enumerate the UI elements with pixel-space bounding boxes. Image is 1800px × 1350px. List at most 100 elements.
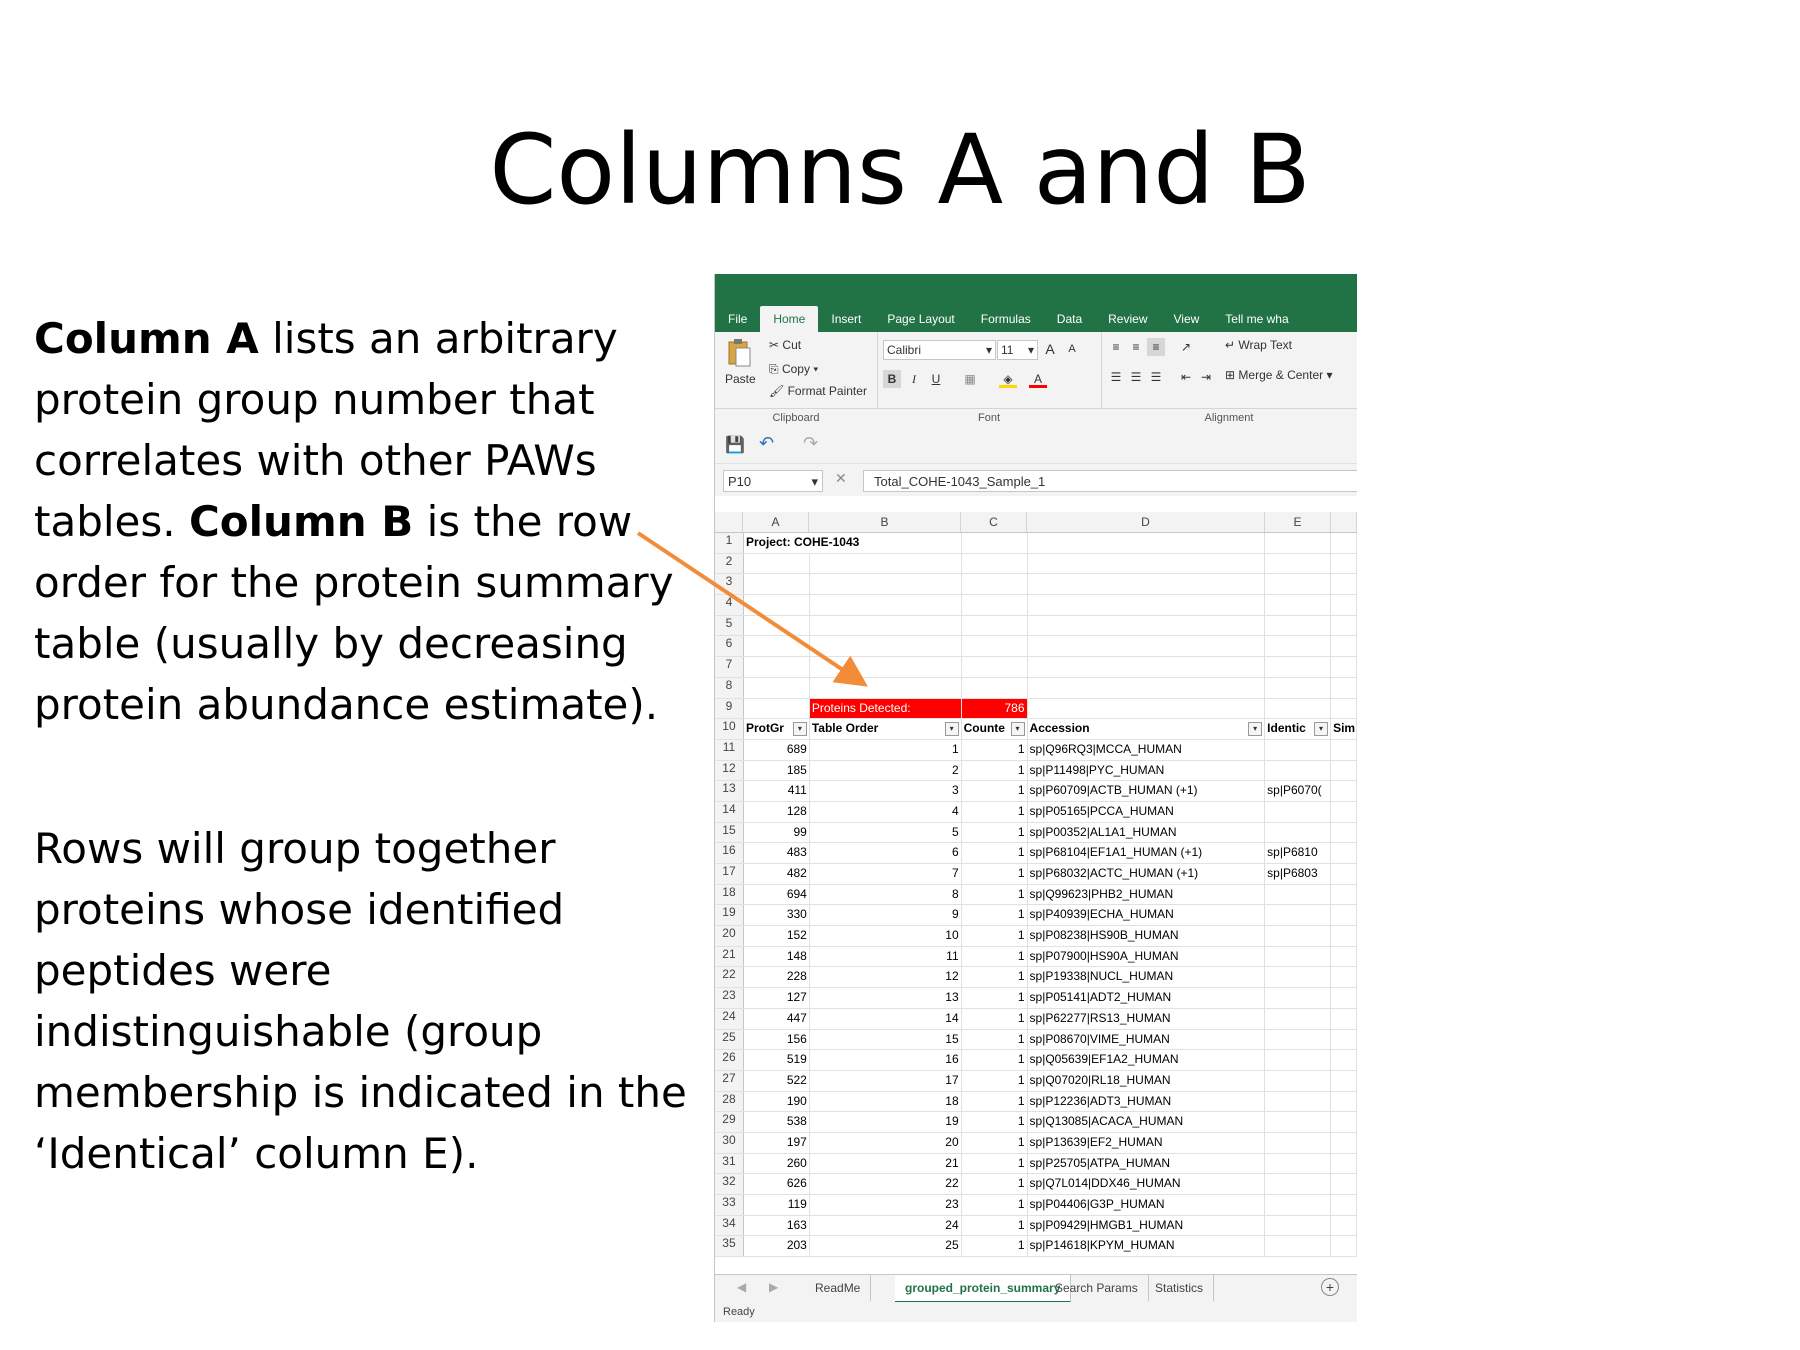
table-order-cell[interactable]: 22 [810,1174,962,1194]
table-order-cell[interactable]: 11 [810,946,962,967]
row-header[interactable]: 6 [715,636,744,657]
sheet-tab-search-params[interactable]: Search Params [1045,1275,1149,1301]
cell[interactable] [810,657,962,677]
shrink-font-button[interactable]: A [1063,340,1081,358]
row-header[interactable]: 20 [715,926,744,946]
table-order-cell[interactable]: 1 [810,739,962,760]
align-top-icon[interactable]: ≡ [1107,338,1125,356]
row-header[interactable]: 30 [715,1132,744,1153]
row-header[interactable]: 26 [715,1050,744,1070]
accession-cell[interactable]: sp|P60709|ACTB_HUMAN (+1) [1028,781,1266,801]
counter-cell[interactable]: 1 [962,864,1028,884]
protein-group-cell[interactable]: 522 [744,1070,810,1091]
sheet-tab-statistics[interactable]: Statistics [1145,1275,1215,1301]
row-header[interactable]: 17 [715,864,744,884]
project-cell[interactable]: Project: COHE-1043 [744,533,962,553]
align-bottom-icon[interactable]: ≡ [1147,338,1165,356]
row-header[interactable]: 34 [715,1215,744,1236]
format-painter-button[interactable]: 🖌 Format Painter [769,384,867,398]
identical-cell[interactable] [1265,822,1332,843]
cell[interactable] [1331,1112,1357,1132]
cell[interactable] [1265,677,1332,698]
accession-cell[interactable]: sp|P68032|ACTC_HUMAN (+1) [1028,864,1266,884]
cell[interactable] [1331,553,1357,574]
cell[interactable] [1331,739,1357,760]
accession-cell[interactable]: sp|P08238|HS90B_HUMAN [1028,926,1266,946]
cell[interactable] [1265,698,1332,719]
accession-cell[interactable]: sp|P13639|EF2_HUMAN [1028,1132,1266,1153]
tab-view[interactable]: View [1161,306,1213,332]
row-header[interactable]: 28 [715,1091,744,1112]
cell[interactable] [1331,801,1357,822]
column-header-a[interactable]: A [743,512,809,532]
accession-cell[interactable]: sp|Q96RQ3|MCCA_HUMAN [1028,739,1266,760]
font-color-button[interactable]: A [1029,370,1047,388]
tab-insert[interactable]: Insert [818,306,874,332]
cell[interactable] [810,595,962,615]
identical-cell[interactable] [1265,739,1332,760]
cell[interactable] [1331,1029,1357,1050]
identical-cell[interactable] [1265,946,1332,967]
row-header[interactable]: 10 [715,719,744,739]
protein-group-cell[interactable]: 156 [744,1029,810,1050]
tab-home[interactable]: Home [760,306,819,332]
protein-group-cell[interactable]: 127 [744,988,810,1008]
accession-cell[interactable]: sp|P11498|PYC_HUMAN [1028,760,1266,781]
grow-font-button[interactable]: A [1041,340,1059,358]
identical-cell[interactable] [1265,1091,1332,1112]
row-header[interactable]: 23 [715,988,744,1008]
identical-cell[interactable]: sp|P6810 [1265,843,1332,863]
accession-cell[interactable]: sp|Q05639|EF1A2_HUMAN [1028,1050,1266,1070]
align-center-icon[interactable]: ☰ [1127,368,1145,386]
cell[interactable] [744,615,810,636]
cell[interactable] [962,595,1028,615]
table-order-cell[interactable]: 3 [810,781,962,801]
fill-color-icon[interactable]: ◈ [999,370,1017,388]
protein-group-cell[interactable]: 538 [744,1112,810,1132]
protein-group-cell[interactable]: 694 [744,884,810,905]
cell[interactable] [810,615,962,636]
table-order-cell[interactable]: 20 [810,1132,962,1153]
row-header[interactable]: 16 [715,843,744,863]
counter-cell[interactable]: 1 [962,1132,1028,1153]
cell[interactable] [1331,1132,1357,1153]
tab-review[interactable]: Review [1095,306,1160,332]
row-header[interactable]: 21 [715,946,744,967]
identical-cell[interactable] [1265,1070,1332,1091]
identical-cell[interactable] [1265,1050,1332,1070]
header-f[interactable]: Sim [1331,719,1357,739]
row-header[interactable]: 14 [715,801,744,822]
cell[interactable] [1265,553,1332,574]
row-header[interactable]: 2 [715,553,744,574]
cell[interactable] [1265,636,1332,657]
protein-group-cell[interactable]: 228 [744,967,810,988]
row-header[interactable]: 31 [715,1153,744,1174]
protein-group-cell[interactable]: 483 [744,843,810,863]
header-d[interactable]: Accession ▾ [1028,719,1266,739]
row-header[interactable]: 32 [715,1174,744,1194]
counter-cell[interactable]: 1 [962,1091,1028,1112]
cut-button[interactable]: ✂ Cut [769,338,801,352]
table-order-cell[interactable]: 21 [810,1153,962,1174]
identical-cell[interactable] [1265,1215,1332,1236]
identical-cell[interactable] [1265,967,1332,988]
row-header[interactable]: 8 [715,677,744,698]
column-header-c[interactable]: C [961,512,1027,532]
identical-cell[interactable] [1265,760,1332,781]
header-b[interactable]: Table Order ▾ [810,719,962,739]
protein-group-cell[interactable]: 411 [744,781,810,801]
table-order-cell[interactable]: 15 [810,1029,962,1050]
cell[interactable] [1331,884,1357,905]
header-a[interactable]: ProtGr ▾ [744,719,810,739]
table-order-cell[interactable]: 25 [810,1236,962,1257]
row-header[interactable]: 19 [715,905,744,926]
table-order-cell[interactable]: 2 [810,760,962,781]
counter-cell[interactable]: 1 [962,781,1028,801]
cell[interactable] [1331,1236,1357,1257]
row-header[interactable]: 15 [715,822,744,843]
accession-cell[interactable]: sp|Q7L014|DDX46_HUMAN [1028,1174,1266,1194]
accession-cell[interactable]: sp|P19338|NUCL_HUMAN [1028,967,1266,988]
cell[interactable] [1331,946,1357,967]
cell[interactable] [1331,1174,1357,1194]
cell[interactable] [1331,988,1357,1008]
